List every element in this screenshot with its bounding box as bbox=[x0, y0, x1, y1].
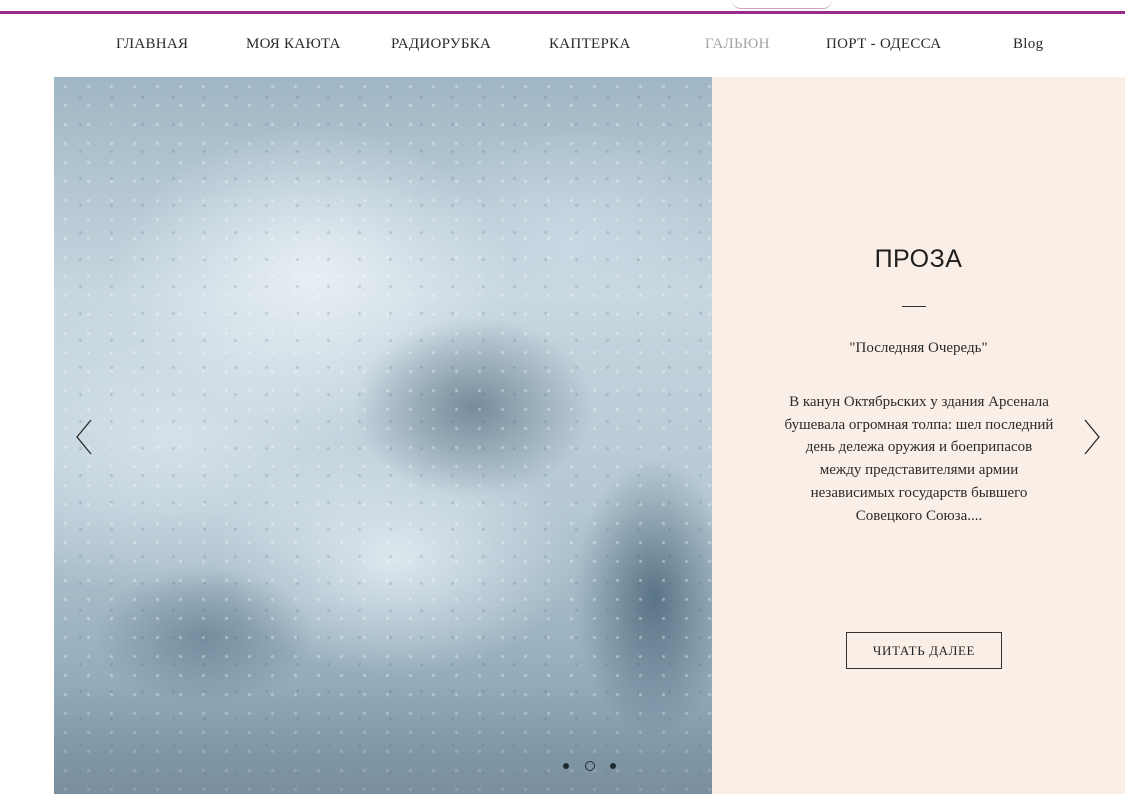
slide-dot-2-active[interactable] bbox=[585, 761, 595, 771]
slide-dot-1[interactable] bbox=[563, 763, 569, 769]
slide-text-panel: ПРОЗА "Последняя Очередь" В канун Октябр… bbox=[712, 77, 1125, 794]
hero-slideshow: ПРОЗА "Последняя Очередь" В канун Октябр… bbox=[54, 77, 1125, 794]
slide-image-sea-foam bbox=[54, 77, 712, 794]
header-tab-outline bbox=[732, 0, 832, 9]
slide-title: ПРОЗА bbox=[874, 245, 963, 273]
next-slide-button[interactable] bbox=[1082, 417, 1102, 462]
slide-excerpt: В канун Октябрьских у здания Арсенала бу… bbox=[784, 394, 1054, 524]
previous-slide-button[interactable] bbox=[74, 417, 94, 462]
main-navigation: ГЛАВНАЯ МОЯ КАЮТА РАДИОРУБКА КАПТЕРКА ГА… bbox=[0, 36, 1125, 58]
image-bottom-shade bbox=[54, 684, 712, 794]
nav-item-my-cabin[interactable]: МОЯ КАЮТА bbox=[246, 36, 341, 53]
nav-item-home[interactable]: ГЛАВНАЯ bbox=[116, 36, 188, 53]
slide-pagination bbox=[558, 761, 628, 773]
header-accent-rule bbox=[0, 11, 1125, 14]
nav-item-blog[interactable]: Blog bbox=[1013, 36, 1043, 53]
chevron-left-icon bbox=[76, 419, 92, 455]
nav-item-radio-room[interactable]: РАДИОРУБКА bbox=[391, 36, 491, 53]
nav-item-port-odessa[interactable]: ПОРТ - ОДЕССА bbox=[826, 36, 941, 53]
slide-dot-3[interactable] bbox=[610, 763, 616, 769]
title-divider bbox=[902, 306, 926, 307]
read-more-button[interactable]: ЧИТАТЬ ДАЛЕЕ bbox=[846, 632, 1002, 669]
nav-item-storeroom[interactable]: КАПТЕРКА bbox=[549, 36, 631, 53]
chevron-right-icon bbox=[1084, 419, 1100, 455]
slide-subtitle: "Последняя Очередь" bbox=[849, 340, 988, 356]
nav-item-galyun-current[interactable]: ГАЛЬЮН bbox=[705, 36, 770, 53]
